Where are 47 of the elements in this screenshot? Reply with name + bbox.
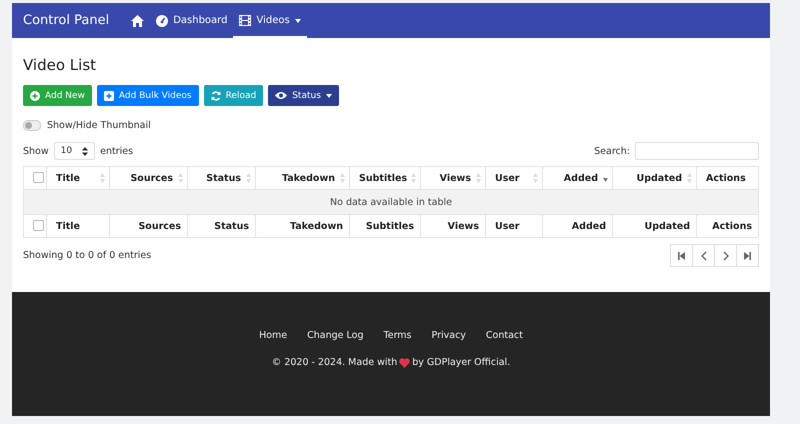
film-icon	[239, 15, 252, 26]
plus-circle-icon	[30, 90, 40, 100]
last-page-icon	[744, 252, 751, 260]
column-footer: Subtitles	[366, 220, 414, 232]
brand-link[interactable]: Control Panel	[23, 13, 110, 28]
column-footer: Takedown	[290, 220, 343, 232]
footer-link[interactable]: Terms	[384, 330, 412, 341]
select-all-checkbox[interactable]	[33, 172, 44, 184]
sync-icon	[210, 90, 221, 100]
empty-message: No data available in table	[330, 196, 452, 208]
gauge-icon	[156, 14, 168, 26]
column-footer: Status	[214, 220, 249, 232]
sort-arrows-icon	[82, 146, 88, 156]
first-page-icon	[678, 252, 685, 260]
thumbnail-switch[interactable]	[23, 120, 41, 131]
select-all-checkbox[interactable]	[33, 220, 44, 232]
entries-select[interactable]: 10	[54, 142, 96, 160]
footer-link[interactable]: Privacy	[432, 330, 466, 341]
footer-link[interactable]: Home	[259, 330, 288, 341]
plus-square-icon	[104, 90, 114, 100]
entries-label: entries	[100, 146, 134, 156]
show-label: Show	[23, 146, 49, 156]
switch-label: Show/Hide Thumbnail	[47, 120, 151, 131]
eye-icon	[275, 91, 288, 100]
copyright-text: by GDPlayer Official.	[412, 357, 510, 368]
column-footer: Sources	[138, 220, 181, 232]
column-footer: Added	[572, 220, 606, 232]
column-footer: Views	[448, 220, 479, 232]
search-field[interactable]	[635, 142, 759, 160]
footer-link[interactable]: Contact	[486, 330, 523, 341]
nav-link[interactable]: Dashboard	[150, 3, 234, 38]
column-header[interactable]: Title	[56, 172, 80, 184]
action-button[interactable]: Status	[268, 85, 339, 106]
column-footer: Title	[56, 220, 80, 232]
copyright-text: © 2020 - 2024. Made with	[272, 357, 398, 368]
chevron-right-icon	[722, 250, 728, 260]
column-footer: Updated	[644, 220, 690, 232]
search-label: Search:	[594, 146, 630, 156]
page-title: Video List	[23, 56, 98, 74]
home-icon	[131, 14, 144, 26]
column-footer: User	[495, 220, 520, 232]
chevron-left-icon	[700, 250, 706, 260]
column-footer: Actions	[712, 220, 752, 232]
table-info: Showing 0 to 0 of 0 entries	[23, 250, 152, 261]
action-button[interactable]: Add Bulk Videos	[96, 85, 199, 106]
footer-link[interactable]: Change Log	[307, 330, 364, 341]
heart-icon	[399, 358, 410, 368]
